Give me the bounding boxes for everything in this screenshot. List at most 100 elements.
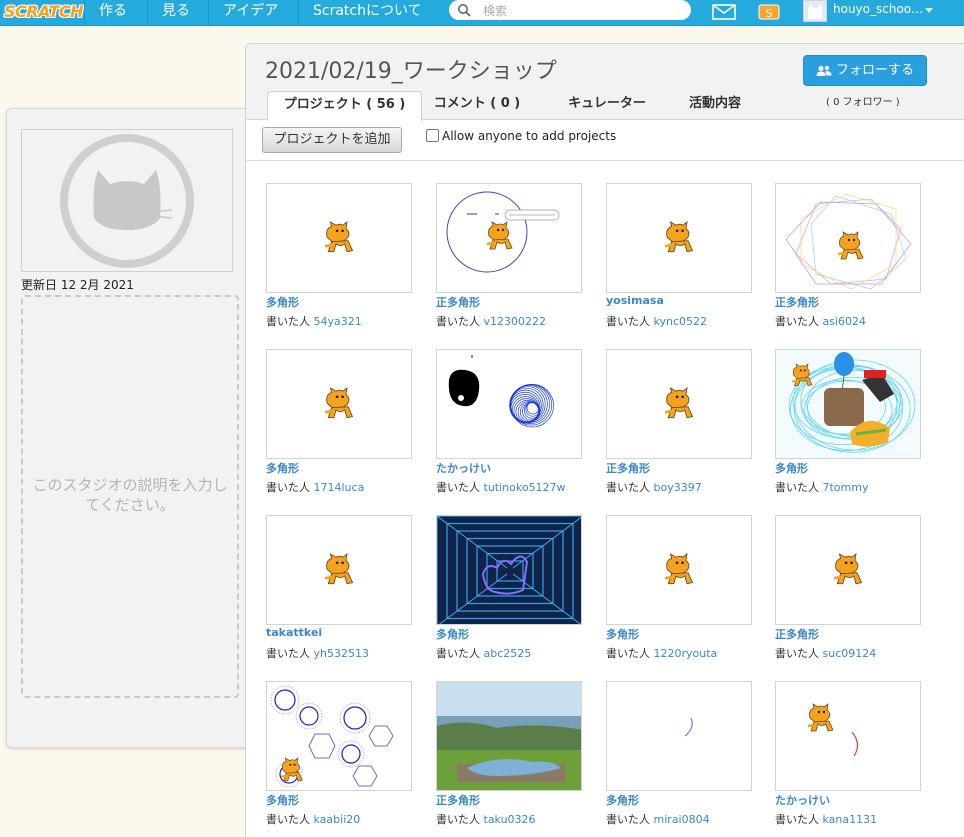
tab-activity[interactable]: 活動内容 — [677, 91, 753, 121]
my-stuff-icon[interactable]: S — [757, 3, 781, 21]
project-byline: 書いた人 boy3397 — [606, 479, 702, 495]
author-link[interactable]: kync0522 — [654, 315, 708, 328]
project-card[interactable]: takattkei 書いた人 yh532513 — [266, 515, 414, 675]
project-thumbnail[interactable] — [266, 349, 412, 459]
project-title[interactable]: 多角形 — [266, 294, 299, 310]
author-link[interactable]: boy3397 — [654, 481, 702, 494]
project-thumbnail[interactable] — [436, 183, 582, 293]
project-card[interactable]: yosimasa 書いた人 kync0522 — [606, 183, 754, 343]
messages-icon[interactable] — [712, 4, 736, 20]
author-link[interactable]: suc09124 — [823, 647, 877, 660]
studio-thumbnail[interactable] — [21, 129, 233, 272]
project-card[interactable]: 多角形 書いた人 mirai0804 — [606, 681, 754, 837]
project-card[interactable]: 正多角形 書いた人 suc09124 — [775, 515, 923, 675]
project-title[interactable]: 多角形 — [436, 626, 469, 642]
project-thumbnail[interactable] — [266, 681, 412, 791]
project-title[interactable]: たかっけい — [775, 792, 830, 808]
author-link[interactable]: 7tommy — [823, 481, 869, 494]
author-link[interactable]: tutinoko5127w — [484, 481, 566, 494]
author-link[interactable]: v12300222 — [484, 315, 547, 328]
tab-curators[interactable]: キュレーター — [557, 91, 657, 121]
author-link[interactable]: kana1131 — [823, 813, 878, 826]
follow-button[interactable]: フォローする — [803, 55, 927, 86]
project-thumbnail[interactable] — [775, 349, 921, 459]
avatar[interactable] — [803, 0, 827, 22]
project-card[interactable]: たかっけい 書いた人 kana1131 — [775, 681, 923, 837]
project-thumbnail[interactable] — [266, 515, 412, 625]
project-thumbnail[interactable] — [775, 515, 921, 625]
byline-prefix: 書いた人 — [436, 647, 480, 660]
project-title[interactable]: 正多角形 — [775, 294, 819, 310]
studio-title[interactable]: 2021/02/19_ワークショップ — [265, 53, 557, 85]
project-byline: 書いた人 v12300222 — [436, 313, 546, 329]
author-link[interactable]: kaabii20 — [314, 813, 361, 826]
project-card[interactable]: 多角形 書いた人 7tommy — [775, 349, 923, 509]
project-title[interactable]: takattkei — [266, 626, 322, 639]
scratch-logo[interactable]: SCRATCH — [4, 1, 83, 23]
studio-header: 2021/02/19_ワークショップ フォローする ( 0 フォロワー ) プロ… — [246, 44, 964, 121]
project-card[interactable]: 多角形 書いた人 1714luca — [266, 349, 414, 509]
project-title[interactable]: 正多角形 — [436, 294, 480, 310]
project-byline: 書いた人 kaabii20 — [266, 811, 360, 827]
author-link[interactable]: asi6024 — [823, 315, 867, 328]
project-card[interactable]: たかっけい 書いた人 tutinoko5127w — [436, 349, 584, 509]
project-thumbnail[interactable] — [775, 681, 921, 791]
tab-projects[interactable]: プロジェクト ( 56 ) — [267, 91, 422, 121]
add-project-button[interactable]: プロジェクトを追加 — [262, 127, 402, 153]
nav-explore[interactable]: 見る — [147, 0, 204, 26]
author-link[interactable]: mirai0804 — [654, 813, 710, 826]
author-link[interactable]: taku0326 — [484, 813, 536, 826]
project-title[interactable]: 多角形 — [606, 626, 639, 642]
tab-comments[interactable]: コメント ( 0 ) — [432, 91, 522, 121]
project-title[interactable]: 多角形 — [775, 460, 808, 476]
author-link[interactable]: abc2525 — [484, 647, 532, 660]
byline-prefix: 書いた人 — [266, 647, 310, 660]
project-thumbnail[interactable] — [606, 515, 752, 625]
project-byline: 書いた人 54ya321 — [266, 313, 362, 329]
studio-sidebar: 更新日 12 2月 2021 このスタジオの説明を入力してください。 — [6, 108, 252, 748]
project-title[interactable]: 多角形 — [606, 792, 639, 808]
project-thumbnail[interactable] — [436, 515, 582, 625]
byline-prefix: 書いた人 — [606, 647, 650, 660]
author-link[interactable]: 1220ryouta — [654, 647, 718, 660]
search-input[interactable]: 検索 — [449, 0, 691, 20]
allow-anyone-checkbox[interactable] — [426, 129, 439, 142]
studio-main: 2021/02/19_ワークショップ フォローする ( 0 フォロワー ) プロ… — [245, 43, 964, 837]
project-card[interactable]: 正多角形書いた人 taku0326 — [436, 681, 584, 837]
author-link[interactable]: yh532513 — [314, 647, 369, 660]
project-card[interactable]: 正多角形書いた人 v12300222 — [436, 183, 584, 343]
project-thumbnail[interactable] — [775, 183, 921, 293]
updated-date: 更新日 12 2月 2021 — [21, 278, 134, 292]
project-card[interactable]: 正多角形書いた人 boy3397 — [606, 349, 754, 509]
project-title[interactable]: 正多角形 — [436, 792, 480, 808]
project-card[interactable]: 多角形書いた人 abc2525 — [436, 515, 584, 675]
nav-create[interactable]: 作る — [84, 0, 141, 26]
author-link[interactable]: 54ya321 — [314, 315, 362, 328]
project-thumbnail[interactable] — [266, 183, 412, 293]
byline-prefix: 書いた人 — [436, 813, 480, 826]
project-card[interactable]: 多角形書いた人 54ya321 — [266, 183, 414, 343]
chevron-down-icon[interactable] — [925, 8, 933, 13]
project-thumbnail[interactable] — [606, 183, 752, 293]
nav-about[interactable]: Scratchについて — [298, 0, 436, 26]
project-thumbnail[interactable] — [606, 681, 752, 791]
project-card[interactable]: 正多角形書いた人 asi6024 — [775, 183, 923, 343]
project-card[interactable]: 多角形書いた人 1220ryouta — [606, 515, 754, 675]
nav-ideas[interactable]: アイデア — [208, 0, 292, 26]
byline-prefix: 書いた人 — [266, 315, 310, 328]
project-title[interactable]: 多角形 — [266, 792, 299, 808]
project-thumbnail[interactable] — [436, 681, 582, 791]
byline-prefix: 書いた人 — [606, 481, 650, 494]
project-byline: 書いた人 asi6024 — [775, 313, 866, 329]
description-field[interactable]: このスタジオの説明を入力してください。 — [21, 295, 239, 698]
project-title[interactable]: 正多角形 — [775, 626, 819, 642]
project-card[interactable]: 多角形書いた人 kaabii20 — [266, 681, 414, 837]
project-title[interactable]: 多角形 — [266, 460, 299, 476]
project-title[interactable]: 正多角形 — [606, 460, 650, 476]
project-title[interactable]: yosimasa — [606, 294, 664, 307]
account-username[interactable]: houyo_schoo… — [833, 2, 923, 16]
author-link[interactable]: 1714luca — [314, 481, 365, 494]
project-thumbnail[interactable] — [606, 349, 752, 459]
project-title[interactable]: たかっけい — [436, 460, 491, 476]
project-thumbnail[interactable] — [436, 349, 582, 459]
